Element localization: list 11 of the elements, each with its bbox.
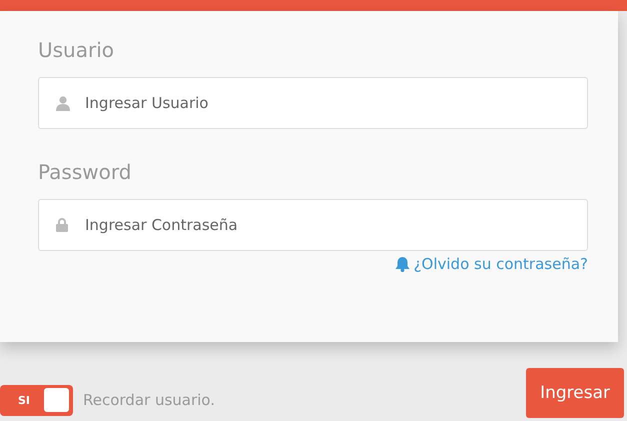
remember-label: Recordar usuario. (83, 391, 215, 409)
lock-icon (56, 218, 68, 232)
bell-icon (394, 256, 410, 272)
remember-toggle[interactable]: SI (0, 384, 73, 416)
user-icon (56, 96, 70, 111)
input-field[interactable]: Ingresar Contraseña (38, 199, 588, 251)
field-label: Usuario (38, 37, 116, 64)
login-button[interactable]: Ingresar (526, 368, 624, 418)
field-label: Password (38, 159, 132, 186)
forgot-password-link[interactable]: ¿Olvido su contraseña? (394, 255, 588, 273)
input-field[interactable]: Ingresar Usuario (38, 77, 588, 129)
